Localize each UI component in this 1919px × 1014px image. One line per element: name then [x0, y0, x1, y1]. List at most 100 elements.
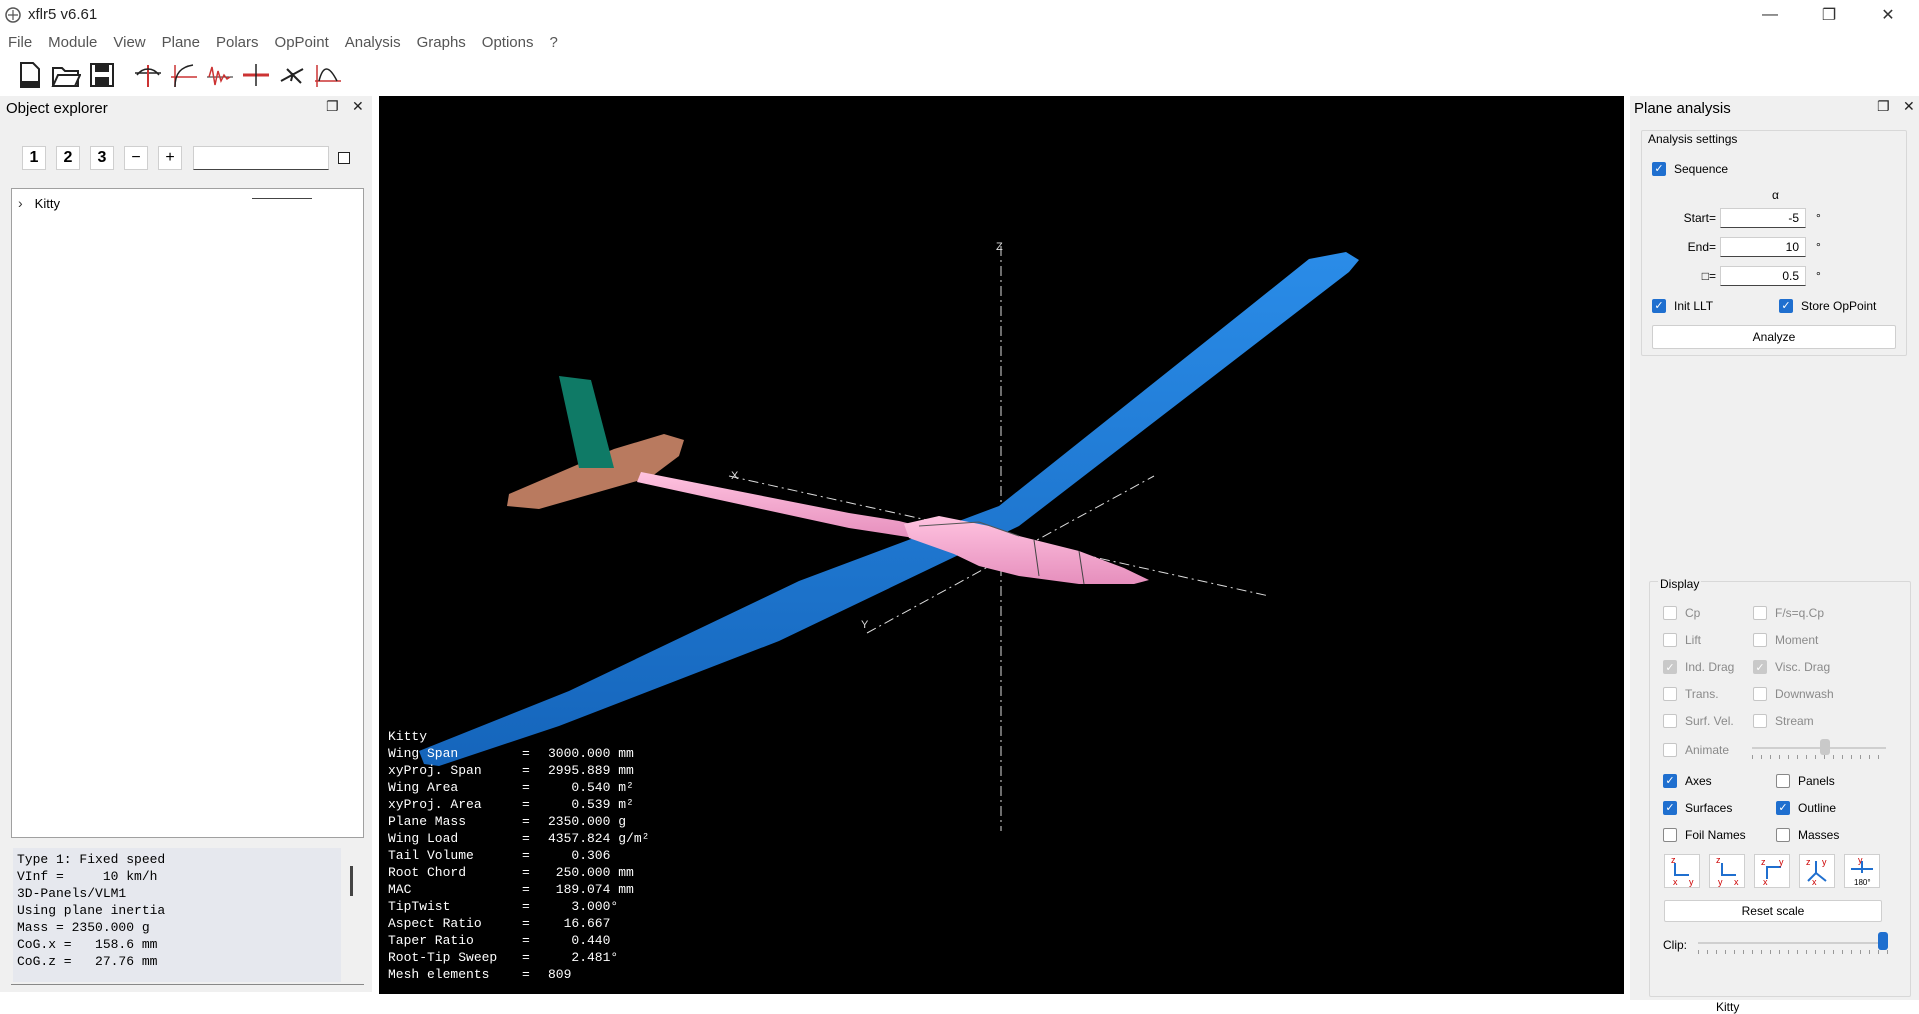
filter-input[interactable]	[193, 146, 329, 170]
expand-all-button[interactable]: +	[158, 146, 182, 170]
new-project-icon[interactable]	[14, 59, 46, 91]
plane-analysis-panel: Plane analysis ❐ ✕ Analysis settings ✓ Se…	[1630, 96, 1919, 1000]
trans-checkbox[interactable]: Trans.	[1663, 687, 1719, 701]
data-row: Aspect Ratio = 16.667	[388, 916, 611, 931]
restore-button[interactable]: ❐	[1800, 0, 1858, 30]
moment-checkbox[interactable]: Moment	[1753, 633, 1818, 647]
wopp-view-icon[interactable]	[132, 59, 164, 91]
check-icon: ✓	[1652, 162, 1666, 176]
axes-checkbox[interactable]: ✓ Axes	[1663, 774, 1712, 788]
flip-180-view-icon[interactable]: y 180°	[1844, 854, 1880, 888]
tree-line-style	[252, 198, 312, 199]
menu-analysis[interactable]: Analysis	[337, 34, 409, 51]
filter-checkbox[interactable]	[338, 152, 350, 164]
clip-label: Clip:	[1663, 938, 1688, 952]
data-row: Mesh elements = 809	[388, 967, 572, 982]
minimize-button[interactable]: —	[1741, 0, 1799, 30]
3d-viewport[interactable]: Z Y X Kitty Wing Span = 3000.000 mm xyProj…	[379, 96, 1624, 994]
z-axis-label: Z	[996, 241, 1003, 253]
info-line: CoG.x = 158.6 mm	[17, 937, 158, 952]
store-oppoint-checkbox[interactable]: ✓ Store OpPoint	[1779, 299, 1876, 313]
level-2-button[interactable]: 2	[56, 146, 80, 170]
downwash-checkbox[interactable]: Downwash	[1753, 687, 1834, 701]
animation-speed-handle[interactable]	[1820, 739, 1831, 755]
svg-text:y: y	[1822, 857, 1827, 867]
info-scrollbar[interactable]	[350, 866, 353, 896]
reset-scale-button[interactable]: Reset scale	[1664, 900, 1882, 922]
sequence-checkbox[interactable]: ✓ Sequence	[1652, 162, 1728, 176]
end-input[interactable]	[1720, 237, 1806, 257]
panels-checkbox[interactable]: Panels	[1776, 774, 1835, 788]
xz-view-icon[interactable]: z y x	[1754, 854, 1790, 888]
close-button[interactable]: ✕	[1859, 0, 1917, 30]
iso-view-icon[interactable]: z yx	[1799, 854, 1835, 888]
3d-view-icon[interactable]	[276, 59, 308, 91]
tree-item-kitty[interactable]: › Kitty	[18, 195, 60, 211]
analyze-button[interactable]: Analyze	[1652, 325, 1896, 349]
svg-text:y: y	[1689, 877, 1694, 887]
menu-polars[interactable]: Polars	[208, 34, 267, 51]
cp-view-icon[interactable]	[240, 59, 272, 91]
step-input[interactable]	[1720, 266, 1806, 286]
data-row: Taper Ratio = 0.440	[388, 933, 611, 948]
clip-slider-handle[interactable]	[1878, 932, 1888, 950]
foil-names-checkbox[interactable]: Foil Names	[1663, 828, 1746, 842]
data-row: Plane Mass = 2350.000 g	[388, 814, 627, 829]
surfaces-checkbox[interactable]: ✓ Surfaces	[1663, 801, 1732, 815]
step-row: □=°	[1668, 266, 1821, 286]
visc-drag-checkbox[interactable]: ✓ Visc. Drag	[1753, 660, 1830, 674]
alpha-label: α	[1772, 188, 1779, 202]
wpolar-view-icon[interactable]	[168, 59, 200, 91]
menu-file[interactable]: File	[0, 34, 40, 51]
close-panel-icon[interactable]: ✕	[352, 98, 364, 115]
level-1-button[interactable]: 1	[22, 146, 46, 170]
masses-checkbox[interactable]: Masses	[1776, 828, 1839, 842]
chevron-right-icon[interactable]: ›	[18, 195, 23, 211]
data-row: Tail Volume = 0.306	[388, 848, 611, 863]
close-panel-icon[interactable]: ✕	[1903, 98, 1915, 115]
surf-vel-checkbox[interactable]: Surf. Vel.	[1663, 714, 1734, 728]
clip-slider[interactable]	[1698, 942, 1888, 944]
stream-checkbox[interactable]: Stream	[1753, 714, 1814, 728]
outline-checkbox[interactable]: ✓ Outline	[1776, 801, 1836, 815]
xy-view-icon[interactable]: z x y	[1664, 854, 1700, 888]
menu-graphs[interactable]: Graphs	[409, 34, 474, 51]
data-row: Root Chord = 250.000 mm	[388, 865, 634, 880]
menu-help[interactable]: ?	[542, 34, 566, 51]
animation-speed-slider[interactable]	[1752, 747, 1886, 749]
ind-drag-checkbox[interactable]: ✓ Ind. Drag	[1663, 660, 1734, 674]
yx-view-icon[interactable]: z y x	[1709, 854, 1745, 888]
float-panel-icon[interactable]: ❐	[326, 98, 339, 115]
start-row: Start=°	[1668, 208, 1821, 228]
end-row: End=°	[1668, 237, 1821, 257]
menu-module[interactable]: Module	[40, 34, 105, 51]
xfoil-analysis-icon[interactable]	[312, 59, 344, 91]
animate-checkbox[interactable]: Animate	[1663, 743, 1729, 757]
analysis-info-box: Type 1: Fixed speed VInf = 10 km/h 3D-Pane…	[13, 848, 341, 982]
init-llt-checkbox[interactable]: ✓ Init LLT	[1652, 299, 1713, 313]
svg-text:x: x	[1812, 877, 1817, 887]
xflr5-logo-icon	[5, 7, 21, 23]
object-explorer-panel: Object explorer ❐ ✕ 1 2 3 − + › Kitty Ty…	[0, 96, 372, 992]
plane-analysis-title: Plane analysis	[1634, 100, 1731, 117]
menu-view[interactable]: View	[105, 34, 153, 51]
cp-checkbox[interactable]: Cp	[1663, 606, 1700, 620]
info-line: CoG.z = 27.76 mm	[17, 954, 158, 969]
level-3-button[interactable]: 3	[90, 146, 114, 170]
collapse-all-button[interactable]: −	[124, 146, 148, 170]
menu-plane[interactable]: Plane	[154, 34, 208, 51]
menu-options[interactable]: Options	[474, 34, 542, 51]
info-line: VInf = 10 km/h	[17, 869, 158, 884]
float-panel-icon[interactable]: ❐	[1877, 98, 1890, 115]
clip-slider-ticks	[1698, 950, 1888, 954]
menu-oppoint[interactable]: OpPoint	[267, 34, 337, 51]
start-input[interactable]	[1720, 208, 1806, 228]
fsqcp-checkbox[interactable]: F/s=q.Cp	[1753, 606, 1824, 620]
open-project-icon[interactable]	[50, 59, 82, 91]
save-project-icon[interactable]	[86, 59, 118, 91]
svg-text:180°: 180°	[1854, 878, 1871, 887]
stab-view-icon[interactable]	[204, 59, 236, 91]
lift-checkbox[interactable]: Lift	[1663, 633, 1701, 647]
analysis-settings-label: Analysis settings	[1646, 132, 1740, 146]
menu-bar: File Module View Plane Polars OpPoint An…	[0, 30, 1919, 54]
